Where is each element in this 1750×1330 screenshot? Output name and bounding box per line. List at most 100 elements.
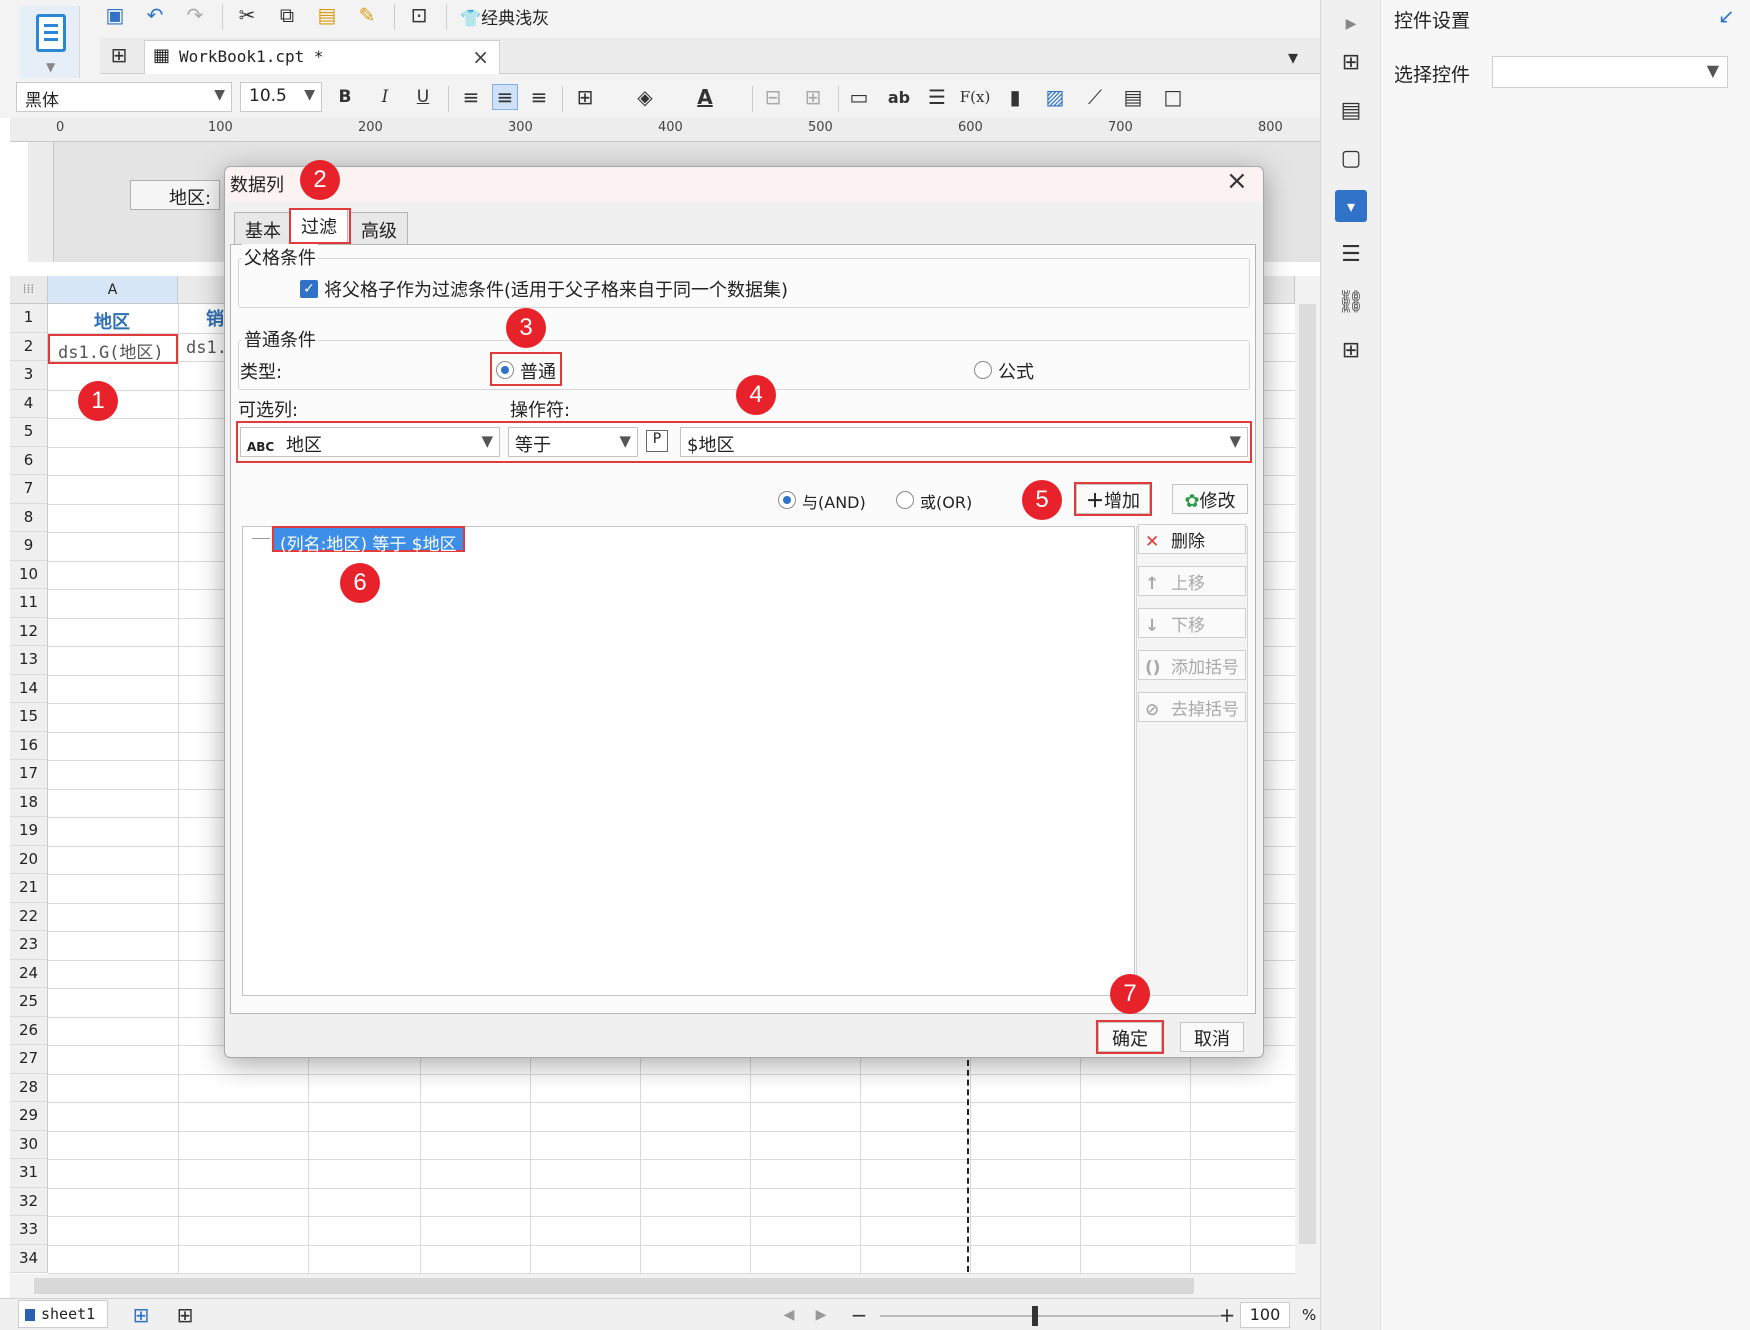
zoom-out-button[interactable]: − <box>846 1302 872 1328</box>
font-name-select[interactable]: 黑体 ▼ <box>16 82 232 112</box>
cut-icon[interactable]: ✂ <box>234 2 260 28</box>
cell-a1[interactable]: 地区 <box>48 305 176 333</box>
parameter-label-widget[interactable]: 地区: <box>130 180 220 210</box>
template-style-button[interactable]: 👕经典浅灰 <box>460 4 549 29</box>
row-number[interactable]: 11 <box>10 589 48 618</box>
row-number[interactable]: 26 <box>10 1016 48 1045</box>
image-icon[interactable]: ▨ <box>1042 84 1068 110</box>
save-icon[interactable]: ▣ <box>102 2 128 28</box>
row-number[interactable]: 15 <box>10 703 48 732</box>
cell-b2[interactable]: ds1. <box>186 338 227 358</box>
subreport-icon[interactable]: ▤ <box>1120 84 1146 110</box>
chart-icon[interactable]: ▮ <box>1002 84 1028 110</box>
border-style-icon[interactable]: □ <box>1160 84 1186 110</box>
hyperlink-icon[interactable]: ⛓ <box>1335 286 1367 318</box>
column-header-a[interactable]: A <box>48 276 178 304</box>
delete-button[interactable]: ✕ 删除 <box>1138 524 1246 554</box>
form-element-icon[interactable]: ⊞ <box>1335 334 1367 366</box>
tab-basic[interactable]: 基本 <box>234 212 292 244</box>
scrollbar-thumb[interactable] <box>34 1278 1194 1294</box>
row-number[interactable]: 7 <box>10 475 48 504</box>
move-down-button[interactable]: ↓ 下移 <box>1138 608 1246 638</box>
row-number[interactable]: 30 <box>10 1130 48 1159</box>
row-number[interactable]: 10 <box>10 560 48 589</box>
cell-element-icon[interactable]: ⊞ <box>1335 46 1367 78</box>
pin-icon[interactable]: ↙ <box>1718 4 1735 28</box>
align-right-icon[interactable]: ≡ <box>526 84 552 110</box>
font-color-icon[interactable]: A <box>692 84 718 110</box>
modify-condition-button[interactable]: ✿修改 <box>1172 484 1248 514</box>
fill-color-icon[interactable]: ◈ <box>632 84 658 110</box>
row-number[interactable]: 29 <box>10 1102 48 1131</box>
border-icon[interactable]: ⊞ <box>572 84 598 110</box>
row-number[interactable]: 31 <box>10 1159 48 1188</box>
row-number[interactable]: 3 <box>10 361 48 390</box>
add-bracket-button[interactable]: () 添加括号 <box>1138 650 1246 680</box>
paste-icon[interactable]: ▤ <box>314 2 340 28</box>
app-menu-button[interactable]: ▼ <box>20 6 80 78</box>
select-all-corner[interactable]: ⁞⁞⁞ <box>10 276 48 304</box>
redo-icon[interactable]: ↷ <box>182 2 208 28</box>
condition-attribute-icon[interactable]: ☰ <box>1335 238 1367 270</box>
paragraph-icon[interactable]: ☰ <box>924 84 950 110</box>
row-number[interactable]: 20 <box>10 845 48 874</box>
formula-button[interactable]: F(x) <box>960 84 991 110</box>
scroll-left-icon[interactable]: ◀ <box>776 1302 802 1328</box>
row-number[interactable]: 19 <box>10 817 48 846</box>
unmerge-cells-icon[interactable]: ⊞ <box>800 84 826 110</box>
format-brush-icon[interactable]: ✎ <box>354 2 380 28</box>
widget-settings-icon[interactable]: ▾ <box>1335 190 1367 222</box>
add-sheet-icon[interactable]: ⊞ <box>128 1302 154 1328</box>
grid-view-icon[interactable]: ⊞ <box>106 42 132 68</box>
underline-button[interactable]: U <box>410 84 436 110</box>
sheet-tab[interactable]: sheet1 <box>18 1300 108 1328</box>
add-report-icon[interactable]: ⊞ <box>172 1302 198 1328</box>
zoom-slider-thumb[interactable] <box>1032 1306 1038 1326</box>
row-number[interactable]: 16 <box>10 731 48 760</box>
row-number[interactable]: 23 <box>10 931 48 960</box>
row-number[interactable]: 22 <box>10 902 48 931</box>
scroll-right-icon[interactable]: ▶ <box>808 1302 834 1328</box>
row-number[interactable]: 17 <box>10 760 48 789</box>
cell-b1[interactable]: 销 <box>206 305 224 331</box>
font-size-select[interactable]: 10.5 ▼ <box>240 82 322 112</box>
condition-list-item[interactable]: (列名:地区) 等于 $地区 <box>272 526 465 555</box>
zoom-slider[interactable] <box>880 1315 1220 1317</box>
close-icon[interactable]: × <box>1226 166 1248 196</box>
row-number[interactable]: 9 <box>10 532 48 561</box>
zoom-value-input[interactable]: 100 <box>1240 1302 1290 1328</box>
and-radio[interactable] <box>778 491 796 509</box>
scrollbar-thumb[interactable] <box>1299 304 1316 1244</box>
row-number[interactable]: 28 <box>10 1073 48 1102</box>
cancel-button[interactable]: 取消 <box>1180 1022 1244 1052</box>
row-number[interactable]: 2 <box>10 332 48 361</box>
condition-list[interactable] <box>242 526 1135 996</box>
italic-button[interactable]: I <box>372 84 398 110</box>
row-number[interactable]: 13 <box>10 646 48 675</box>
type-formula-radio[interactable] <box>974 361 992 379</box>
slash-icon[interactable]: ⟋ <box>1082 84 1108 110</box>
row-number[interactable]: 4 <box>10 389 48 418</box>
row-number[interactable]: 25 <box>10 988 48 1017</box>
row-number[interactable]: 1 <box>10 304 48 333</box>
row-number[interactable]: 33 <box>10 1216 48 1245</box>
row-number[interactable]: 6 <box>10 446 48 475</box>
row-number[interactable]: 34 <box>10 1244 48 1273</box>
close-icon[interactable]: × <box>472 45 489 69</box>
row-number[interactable]: 21 <box>10 874 48 903</box>
row-number[interactable]: 5 <box>10 418 48 447</box>
row-number[interactable]: 24 <box>10 959 48 988</box>
row-number[interactable]: 32 <box>10 1187 48 1216</box>
align-left-icon[interactable]: ≡ <box>458 84 484 110</box>
insert-row-icon[interactable]: ▭ <box>846 84 872 110</box>
expand-panel-icon[interactable]: ▶ <box>1335 8 1367 40</box>
text-cell-button[interactable]: ab <box>886 84 912 110</box>
merge-cells-icon[interactable]: ⊟ <box>760 84 786 110</box>
tab-workbook[interactable]: ▦ WorkBook1.cpt * × <box>144 40 500 74</box>
row-number[interactable]: 12 <box>10 617 48 646</box>
copy-icon[interactable]: ⧉ <box>274 2 300 28</box>
row-number[interactable]: 27 <box>10 1045 48 1074</box>
horizontal-scrollbar[interactable] <box>10 1274 1320 1298</box>
remove-bracket-button[interactable]: ⊘ 去掉括号 <box>1138 692 1246 722</box>
zoom-in-button[interactable]: + <box>1214 1302 1240 1328</box>
